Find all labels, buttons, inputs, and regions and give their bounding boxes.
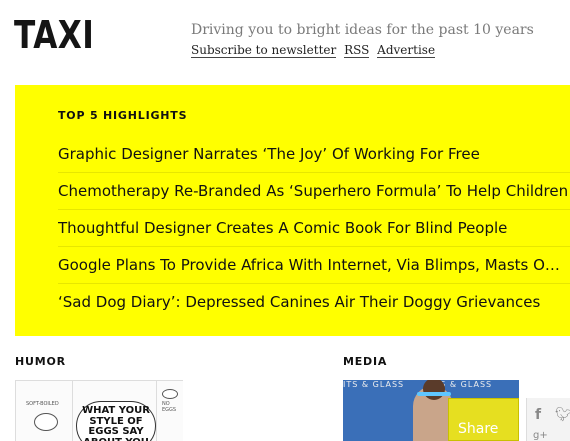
highlight-link[interactable]: Google Plans To Provide Africa With Inte… (58, 256, 560, 274)
glasses-illustration (417, 392, 451, 396)
comic-panel-label: NO EGGS (162, 401, 177, 413)
highlight-item: Graphic Designer Narrates ‘The Joy’ Of W… (58, 135, 570, 172)
highlight-link[interactable]: Graphic Designer Narrates ‘The Joy’ Of W… (58, 145, 480, 163)
egg-illustration (162, 389, 178, 399)
highlights-list: Graphic Designer Narrates ‘The Joy’ Of W… (58, 135, 570, 320)
comic-title-bubble: WHAT YOUR STYLE OF EGGS SAY ABOUT YOU (76, 401, 156, 441)
humor-thumbnail[interactable]: SOFT-BOILED WHAT YOUR STYLE OF EGGS SAY … (15, 380, 183, 441)
google-plus-icon[interactable]: g+ (533, 430, 548, 441)
media-sign-text: ITS & GLASS (343, 380, 405, 389)
subscribe-link[interactable]: Subscribe to newsletter (191, 43, 337, 58)
facebook-icon[interactable]: f (535, 407, 541, 423)
comic-divider (156, 381, 157, 441)
site-header: TAXI Driving you to bright ideas for the… (0, 0, 570, 85)
top-highlights-panel: TOP 5 HIGHLIGHTS Graphic Designer Narrat… (15, 85, 570, 336)
section-label-humor[interactable]: HUMOR (15, 355, 66, 368)
egg-illustration (34, 413, 58, 431)
highlight-link[interactable]: Chemotherapy Re-Branded As ‘Superhero Fo… (58, 182, 568, 200)
highlight-item: ‘Sad Dog Diary’: Depressed Canines Air T… (58, 283, 570, 320)
site-logo[interactable]: TAXI (14, 16, 94, 54)
highlight-item: Chemotherapy Re-Branded As ‘Superhero Fo… (58, 172, 570, 209)
highlight-item: Google Plans To Provide Africa With Inte… (58, 246, 570, 283)
comic-panel-label: SOFT-BOILED (26, 401, 59, 407)
social-share-bar: f 🐦︎ g+ (526, 398, 570, 441)
site-tagline: Driving you to bright ideas for the past… (191, 22, 534, 38)
twitter-icon[interactable]: 🐦︎ (555, 407, 570, 423)
share-label: Share (458, 421, 499, 437)
comic-divider (72, 381, 73, 441)
highlight-link[interactable]: ‘Sad Dog Diary’: Depressed Canines Air T… (58, 293, 540, 311)
share-button[interactable]: Share (448, 398, 519, 441)
highlight-item: Thoughtful Designer Creates A Comic Book… (58, 209, 570, 246)
advertise-link[interactable]: Advertise (377, 43, 436, 58)
header-links: Subscribe to newsletter RSS Advertise (191, 43, 439, 58)
highlight-link[interactable]: Thoughtful Designer Creates A Comic Book… (58, 219, 507, 237)
rss-link[interactable]: RSS (344, 43, 370, 58)
highlights-title: TOP 5 HIGHLIGHTS (58, 109, 188, 122)
section-label-media[interactable]: MEDIA (343, 355, 387, 368)
